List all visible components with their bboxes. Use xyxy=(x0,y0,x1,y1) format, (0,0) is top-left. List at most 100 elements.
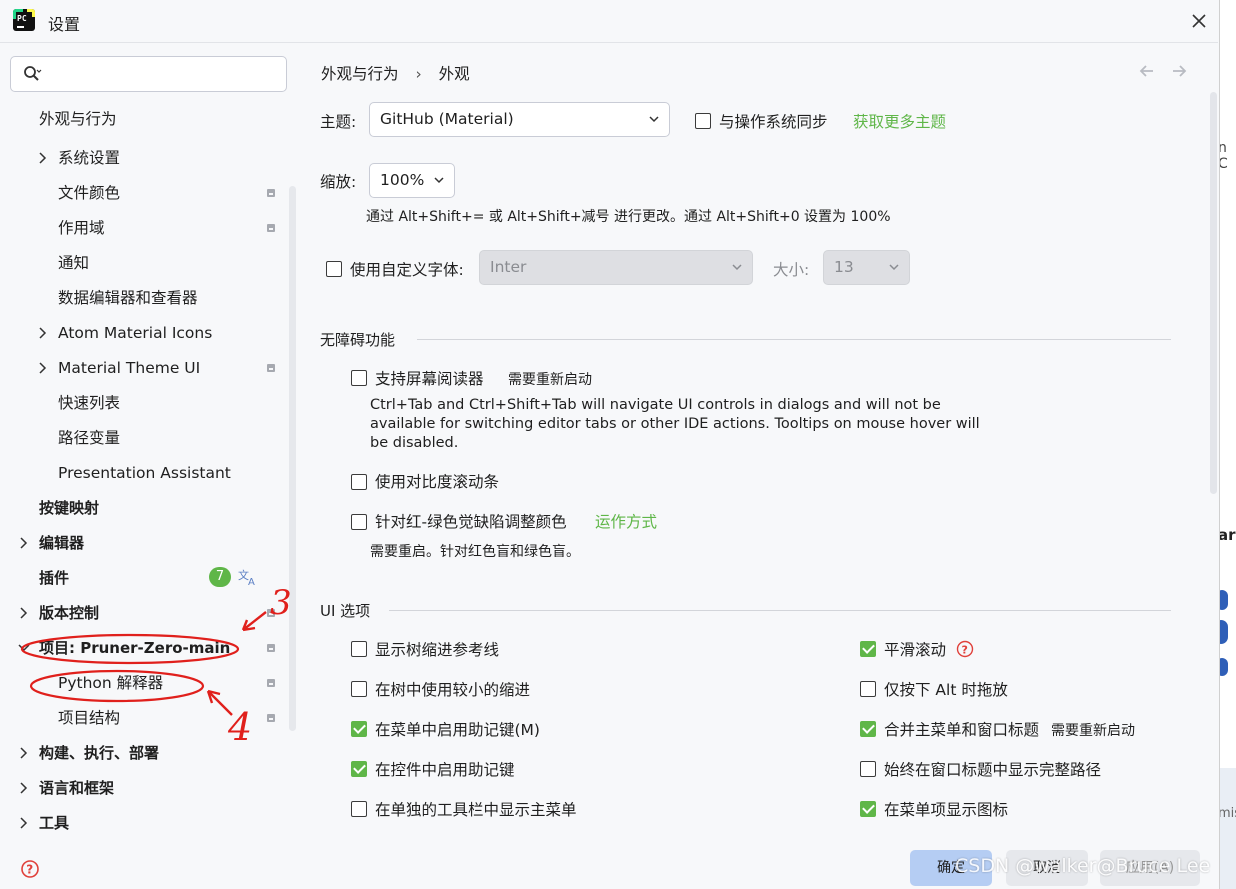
color-blind-hint: 需要重启。针对红色盲和绿色盲。 xyxy=(370,544,580,560)
contrast-scrollbar-label: 使用对比度滚动条 xyxy=(375,473,500,491)
theme-select[interactable]: GitHub (Material) xyxy=(369,102,670,137)
sidebar-item-file-colors[interactable]: 文件颜色 xyxy=(58,181,120,205)
custom-font-checkbox[interactable] xyxy=(326,261,342,277)
chevron-right-icon[interactable] xyxy=(18,782,30,794)
ui-options-section-title: UI 选项 xyxy=(320,602,371,620)
chevron-right-icon[interactable] xyxy=(37,362,49,374)
separate-main-menu-checkbox[interactable] xyxy=(351,801,367,817)
help-icon[interactable]: ? xyxy=(20,859,40,879)
section-divider xyxy=(417,339,1171,340)
merge-menu-title-checkbox[interactable] xyxy=(860,721,876,737)
sidebar-item-plugins[interactable]: 插件 xyxy=(39,566,69,590)
sidebar-item-tools[interactable]: 工具 xyxy=(39,811,69,835)
chevron-down-icon xyxy=(434,177,444,184)
back-arrow-icon[interactable] xyxy=(1138,62,1156,80)
breadcrumb-parent[interactable]: 外观与行为 xyxy=(321,65,399,83)
chevron-down-icon xyxy=(732,264,742,271)
sync-os-label: 与操作系统同步 xyxy=(719,113,828,131)
breadcrumb-current: 外观 xyxy=(438,65,470,83)
menu-icons-checkbox[interactable] xyxy=(860,801,876,817)
project-level-icon xyxy=(267,609,275,617)
project-level-icon xyxy=(267,679,275,687)
color-blind-checkbox[interactable] xyxy=(351,514,367,530)
tree-indent-guides-checkbox[interactable] xyxy=(351,641,367,657)
compact-tree-indent-label: 在树中使用较小的缩进 xyxy=(375,681,531,699)
sidebar-item-editor[interactable]: 编辑器 xyxy=(39,531,84,555)
font-select-value: Inter xyxy=(490,258,527,276)
sidebar-item-appearance-behavior[interactable]: 外观与行为 xyxy=(39,107,117,131)
color-blind-label: 针对红-绿色觉缺陷调整颜色 xyxy=(375,513,567,531)
sidebar-item-data-editor[interactable]: 数据编辑器和查看器 xyxy=(58,286,198,310)
sidebar-item-project[interactable]: 项目: Pruner-Zero-main xyxy=(39,636,230,660)
full-path-title-checkbox[interactable] xyxy=(860,761,876,777)
font-size-label: 大小: xyxy=(773,261,810,279)
sidebar-item-keymap[interactable]: 按键映射 xyxy=(39,496,99,520)
sidebar-item-python-interpreter[interactable]: Python 解释器 xyxy=(58,671,163,695)
sidebar-item-version-control[interactable]: 版本控制 xyxy=(39,601,99,625)
menu-mnemonics-label: 在菜单中启用助记键(M) xyxy=(375,721,540,739)
smooth-scrolling-label: 平滑滚动 xyxy=(884,641,947,659)
sidebar-item-quick-lists[interactable]: 快速列表 xyxy=(58,391,120,415)
get-more-themes-link[interactable]: 获取更多主题 xyxy=(853,110,946,132)
smooth-scrolling-checkbox[interactable] xyxy=(860,641,876,657)
breadcrumb-separator: › xyxy=(415,65,422,83)
svg-text:?: ? xyxy=(962,643,968,656)
contrast-scrollbar-checkbox[interactable] xyxy=(351,474,367,490)
sidebar-item-project-structure[interactable]: 项目结构 xyxy=(58,706,120,730)
project-level-icon xyxy=(267,189,275,197)
chevron-right-icon[interactable] xyxy=(18,747,30,759)
zoom-hint: 通过 Alt+Shift+= 或 Alt+Shift+减号 进行更改。通过 Al… xyxy=(366,209,891,225)
project-level-icon xyxy=(267,224,275,232)
compact-tree-indent-checkbox[interactable] xyxy=(351,681,367,697)
sidebar-item-atom-material-icons[interactable]: Atom Material Icons xyxy=(58,321,212,345)
chevron-right-icon[interactable] xyxy=(18,817,30,829)
zoom-label: 缩放: xyxy=(320,173,357,191)
sync-os-checkbox[interactable] xyxy=(695,113,711,129)
chevron-right-icon[interactable] xyxy=(37,152,49,164)
alt-drag-checkbox[interactable] xyxy=(860,681,876,697)
breadcrumb: 外观与行为 › 外观 xyxy=(321,62,470,84)
sidebar-item-system-settings[interactable]: 系统设置 xyxy=(58,146,120,170)
separate-main-menu-label: 在单独的工具栏中显示主菜单 xyxy=(375,801,577,819)
chevron-down-icon[interactable] xyxy=(18,642,30,654)
font-select[interactable]: Inter xyxy=(479,250,753,285)
zoom-select[interactable]: 100% xyxy=(369,163,455,198)
sidebar-scrollbar[interactable] xyxy=(289,186,296,731)
sidebar-item-notifications[interactable]: 通知 xyxy=(58,251,89,275)
menu-mnemonics-checkbox[interactable] xyxy=(351,721,367,737)
screen-reader-checkbox[interactable] xyxy=(351,370,367,386)
background-text: n C xyxy=(1220,140,1236,172)
chevron-right-icon[interactable] xyxy=(18,607,30,619)
zoom-select-value: 100% xyxy=(380,171,425,189)
sidebar-item-languages-frameworks[interactable]: 语言和框架 xyxy=(39,776,114,800)
menu-icons-label: 在菜单项显示图标 xyxy=(884,801,1009,819)
control-mnemonics-checkbox[interactable] xyxy=(351,761,367,777)
screen-reader-hint: Ctrl+Tab and Ctrl+Shift+Tab will navigat… xyxy=(370,397,980,451)
font-size-select[interactable]: 13 xyxy=(823,250,910,285)
project-level-icon xyxy=(267,644,275,652)
sidebar-item-material-theme-ui[interactable]: Material Theme UI xyxy=(58,356,200,380)
close-icon[interactable] xyxy=(1188,10,1210,32)
dialog-title: 设置 xyxy=(48,15,81,34)
custom-font-label: 使用自定义字体: xyxy=(350,261,464,279)
sidebar-item-presentation-assistant[interactable]: Presentation Assistant xyxy=(58,461,231,485)
svg-text:?: ? xyxy=(26,863,33,877)
sidebar-item-scopes[interactable]: 作用域 xyxy=(58,216,105,240)
section-divider xyxy=(389,610,1171,611)
watermark: CSDN @walker@Bruce Lee xyxy=(955,855,1211,877)
help-icon[interactable]: ? xyxy=(956,640,974,658)
project-level-icon xyxy=(267,714,275,722)
sidebar-item-path-variables[interactable]: 路径变量 xyxy=(58,426,120,450)
background-text: mis xyxy=(1219,806,1236,821)
font-size-value: 13 xyxy=(834,258,854,276)
forward-arrow-icon[interactable] xyxy=(1170,62,1188,80)
chevron-right-icon[interactable] xyxy=(18,537,30,549)
svg-text:A: A xyxy=(248,577,255,587)
content-scrollbar[interactable] xyxy=(1210,92,1217,494)
how-it-works-link[interactable]: 运作方式 xyxy=(595,510,657,532)
chevron-right-icon[interactable] xyxy=(37,327,49,339)
search-input[interactable] xyxy=(10,56,287,92)
search-icon xyxy=(22,64,42,84)
translate-icon: 文A xyxy=(238,567,260,588)
sidebar-item-build-execution[interactable]: 构建、执行、部署 xyxy=(39,741,159,765)
